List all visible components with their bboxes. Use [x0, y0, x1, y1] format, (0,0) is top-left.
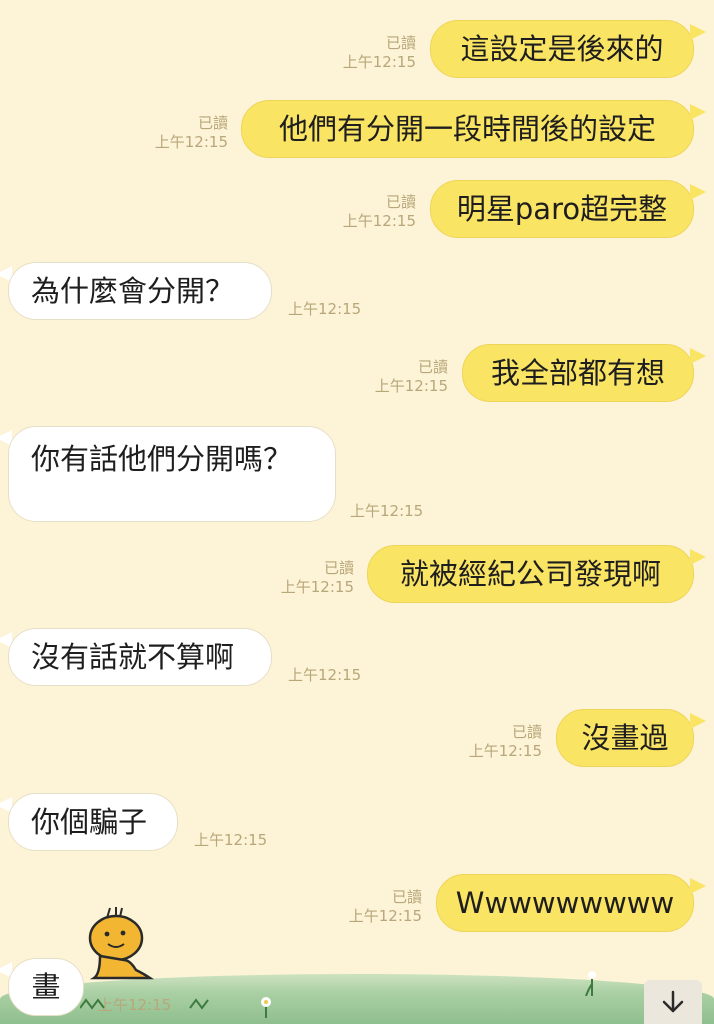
- bubble-tail: [690, 348, 706, 364]
- yellow-bird-sticker-icon: [88, 907, 155, 980]
- message-bubble[interactable]: 畫: [8, 958, 84, 1016]
- read-receipt: 已讀: [323, 559, 354, 577]
- message-text: 就被經紀公司發現啊: [399, 556, 661, 591]
- message-text: 他們有分開一段時間後的設定: [278, 111, 656, 146]
- message-bubble[interactable]: 他們有分開一段時間後的設定: [241, 100, 694, 158]
- message-text: 明星paro超完整: [456, 191, 668, 226]
- read-receipt: 已讀: [385, 193, 416, 211]
- message-bubble[interactable]: Wwwwwwwww: [436, 874, 694, 932]
- bubble-tail: [690, 713, 706, 729]
- read-receipt: 已讀: [391, 888, 422, 906]
- flower-icon: [261, 997, 271, 1018]
- message-time: 上午12:15: [280, 578, 354, 596]
- message-text: Wwwwwwwww: [455, 885, 675, 920]
- message-meta: 已讀 上午12:15: [130, 114, 228, 152]
- arrow-down-icon: [662, 990, 684, 1013]
- message-bubble[interactable]: 我全部都有想: [462, 344, 694, 402]
- message-time: 上午12:15: [194, 831, 268, 849]
- message-bubble[interactable]: 沒有話就不算啊: [8, 628, 272, 686]
- message-text: 沒有話就不算啊: [31, 639, 235, 674]
- message-time: 上午12:15: [342, 212, 416, 230]
- flower-icon: [585, 971, 596, 996]
- bubble-tail: [690, 549, 706, 565]
- message-time: 上午12:15: [468, 742, 542, 760]
- message-meta: 已讀 上午12:15: [256, 559, 354, 597]
- message-bubble[interactable]: 沒畫過: [556, 709, 694, 767]
- read-receipt: 已讀: [385, 34, 416, 52]
- message-text: 我全部都有想: [490, 355, 665, 390]
- read-receipt: 已讀: [197, 114, 228, 132]
- message-time: 上午12:15: [98, 996, 172, 1014]
- message-meta: 已讀 上午12:15: [350, 358, 448, 396]
- message-meta: 已讀 上午12:15: [444, 723, 542, 761]
- message-time: 上午12:15: [288, 300, 362, 318]
- message-meta: 已讀 上午12:15: [324, 888, 422, 926]
- message-time: 上午12:15: [288, 666, 362, 684]
- message-time: 上午12:15: [348, 907, 422, 925]
- scroll-to-bottom-button[interactable]: [644, 980, 702, 1024]
- message-text: 你個騙子: [31, 804, 148, 839]
- bubble-tail: [690, 24, 706, 40]
- message-text: 畫: [31, 969, 61, 1004]
- bubble-tail: [690, 104, 706, 120]
- message-time: 上午12:15: [350, 502, 424, 520]
- message-time: 上午12:15: [342, 53, 416, 71]
- message-text: 這設定是後來的: [460, 31, 664, 66]
- message-text: 你有話他們分開嗎？: [31, 442, 293, 476]
- message-bubble[interactable]: 這設定是後來的: [430, 20, 694, 78]
- bubble-tail: [690, 878, 706, 894]
- message-text: 為什麼會分開？: [31, 273, 235, 308]
- read-receipt: 已讀: [417, 358, 448, 376]
- message-text: 沒畫過: [581, 720, 669, 755]
- message-bubble[interactable]: 為什麼會分開？: [8, 262, 272, 320]
- message-bubble[interactable]: 就被經紀公司發現啊: [367, 545, 694, 603]
- bubble-tail: [690, 184, 706, 200]
- read-receipt: 已讀: [511, 723, 542, 741]
- message-time: 上午12:15: [154, 133, 228, 151]
- message-bubble[interactable]: 明星paro超完整: [430, 180, 694, 238]
- message-bubble[interactable]: 你個騙子: [8, 793, 178, 851]
- message-meta: 已讀 上午12:15: [318, 34, 416, 72]
- message-time: 上午12:15: [374, 377, 448, 395]
- message-meta: 已讀 上午12:15: [318, 193, 416, 231]
- message-bubble[interactable]: 你有話他們分開嗎？: [8, 426, 336, 522]
